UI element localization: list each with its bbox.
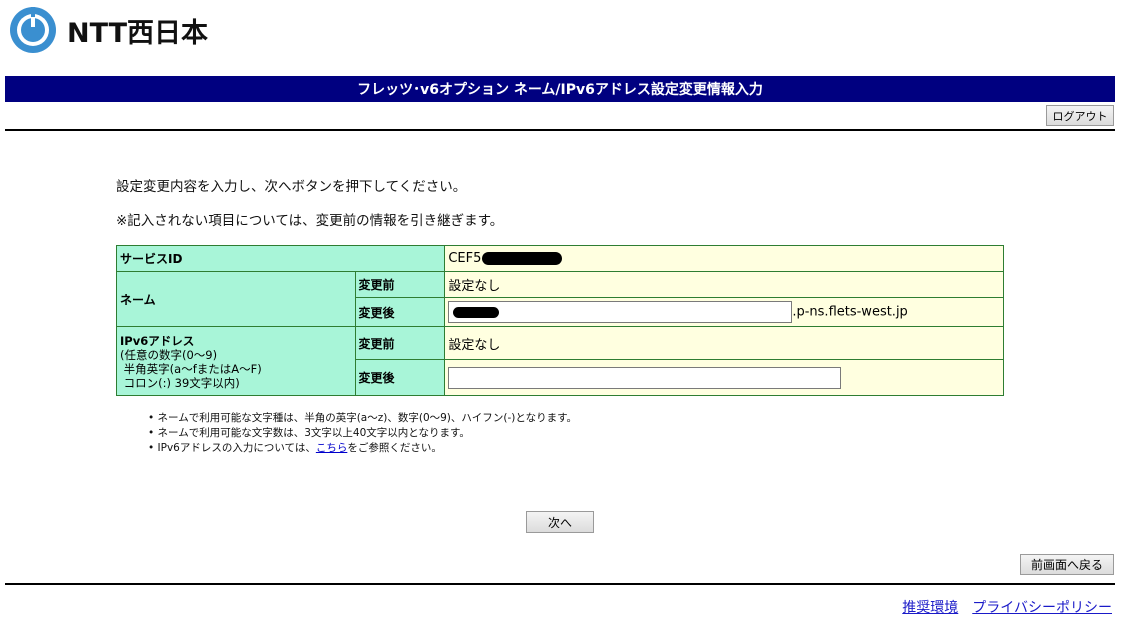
divider-bottom <box>5 583 1115 585</box>
redacted-mark <box>482 252 563 265</box>
ipv6-label-title: IPv6アドレス <box>120 333 195 348</box>
note-ipv6-text-end: をご参照ください。 <box>347 442 442 454</box>
page-title: フレッツ･v6オプション ネーム/IPv6アドレス設定変更情報入力 <box>5 76 1115 102</box>
logout-button[interactable]: ログアウト <box>1046 105 1114 126</box>
ntt-logo-icon <box>10 7 56 53</box>
note-name-length: ネームで利用可能な文字数は、3文字以上40文字以内となります。 <box>148 426 577 441</box>
note-ipv6-help: IPv6アドレスの入力については、こちらをご参照ください。 <box>148 441 577 456</box>
footer-links: 推奨環境 プライバシーポリシー <box>902 597 1112 617</box>
ipv6-after-cell <box>444 359 1004 396</box>
ipv6-hint-letters: 半角英字(a～fまたはA～F) <box>123 361 262 376</box>
back-button[interactable]: 前画面へ戻る <box>1020 554 1114 575</box>
ipv6-help-link[interactable]: こちら <box>316 442 348 454</box>
service-id-value: CEF5 <box>444 245 1004 272</box>
ipv6-hint-digits: (任意の数字(0～9) <box>120 347 218 362</box>
redacted-mark <box>453 307 500 318</box>
settings-form-table: サービスID CEF5 ネーム 変更前 設定なし 変更後 .p-ns.flets… <box>115 245 1004 396</box>
divider-top <box>5 129 1115 131</box>
ipv6-before-label: 変更前 <box>354 326 446 360</box>
ipv6-before-value: 設定なし <box>444 326 1004 360</box>
ipv6-label: IPv6アドレス (任意の数字(0～9) 半角英字(a～fまたはA～F) コロン… <box>116 326 356 396</box>
privacy-policy-link[interactable]: プライバシーポリシー <box>972 597 1112 617</box>
note-name-charset: ネームで利用可能な文字種は、半角の英字(a～z)、数字(0～9)、ハイフン(-)… <box>148 411 578 426</box>
name-domain-suffix: .p-ns.flets-west.jp <box>792 304 908 320</box>
name-label: ネーム <box>116 271 356 327</box>
instruction-text: 設定変更内容を入力し、次へボタンを押下してください。 <box>116 179 467 195</box>
ntt-west-logo: NTT西日本 <box>8 6 208 54</box>
ipv6-input[interactable] <box>448 366 842 389</box>
brand-name: NTT西日本 <box>67 17 209 49</box>
name-before-label: 変更前 <box>354 271 446 298</box>
service-id-label: サービスID <box>115 245 446 272</box>
name-input[interactable] <box>448 301 793 323</box>
notes-list: ネームで利用可能な文字種は、半角の英字(a～z)、数字(0～9)、ハイフン(-)… <box>148 411 578 456</box>
instruction-note: ※記入されない項目については、変更前の情報を引き継ぎます。 <box>116 213 504 229</box>
ipv6-after-label: 変更後 <box>354 359 446 396</box>
ipv6-hint-length: コロン(:) 39文字以内) <box>123 375 240 390</box>
name-after-label: 変更後 <box>354 297 446 327</box>
service-id-prefix: CEF5 <box>448 251 482 266</box>
name-after-cell: .p-ns.flets-west.jp <box>444 297 1004 327</box>
recommended-environment-link[interactable]: 推奨環境 <box>902 597 958 617</box>
name-before-value: 設定なし <box>444 271 1004 298</box>
next-button[interactable]: 次へ <box>526 511 594 533</box>
note-ipv6-text: IPv6アドレスの入力については、 <box>157 442 316 454</box>
